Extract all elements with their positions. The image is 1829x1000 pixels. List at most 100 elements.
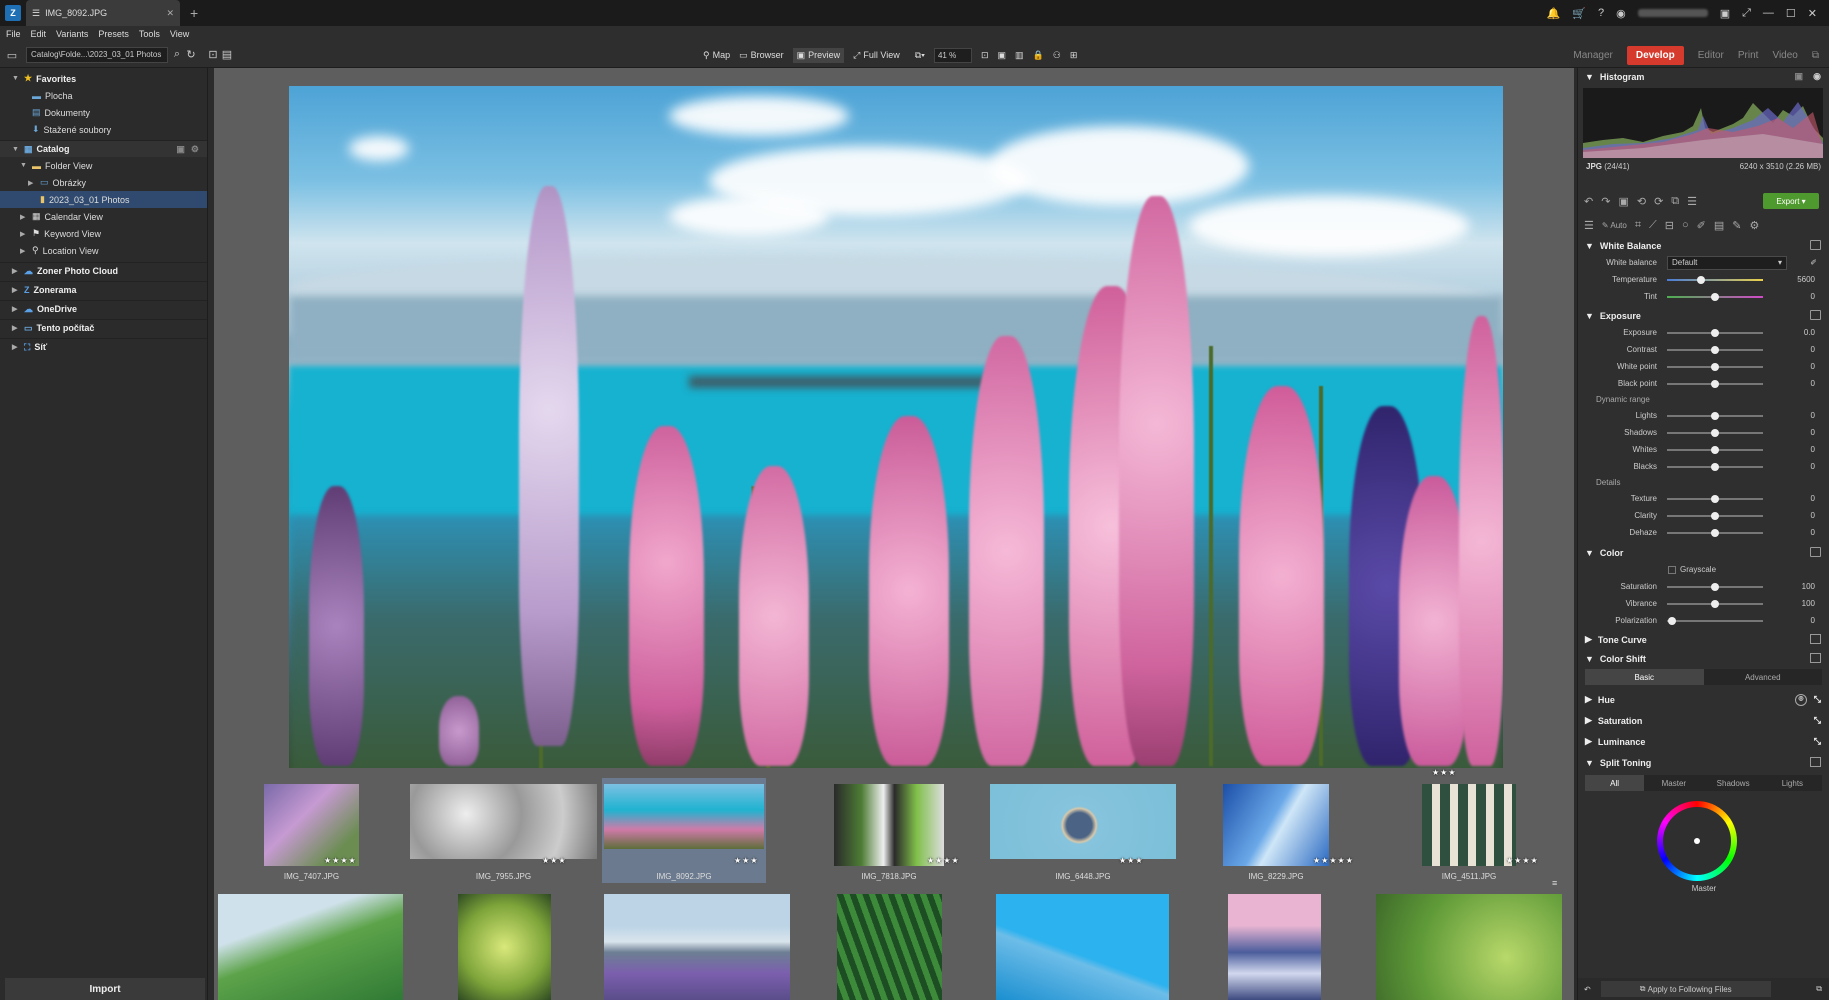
mode-manager[interactable]: Manager — [1573, 50, 1612, 61]
rotate-right-icon[interactable]: ⟳ — [1654, 195, 1663, 208]
folder-current[interactable]: ▮ 2023_03_01 Photos — [0, 191, 207, 208]
zoom-field[interactable]: 41 % — [933, 47, 972, 63]
tab-advanced[interactable]: Advanced — [1704, 669, 1823, 685]
search-icon[interactable]: ⌕ — [170, 48, 184, 62]
slider-track[interactable] — [1667, 616, 1763, 625]
histogram-mode-icon[interactable]: ▣ — [1794, 71, 1803, 82]
keyword-view-item[interactable]: ▶ ⚑ Keyword View — [0, 225, 207, 242]
gradient-icon[interactable]: ▤ — [1714, 219, 1724, 232]
mode-develop[interactable]: Develop — [1626, 45, 1684, 65]
reset-icon[interactable]: ⤡ — [1814, 736, 1821, 747]
slider-value[interactable]: 0 — [1811, 345, 1815, 354]
split-toning-header[interactable]: ▼ Split Toning — [1578, 752, 1829, 773]
thumbnail[interactable] — [1376, 894, 1562, 1000]
rating-stars[interactable]: ★★★★ — [1506, 856, 1539, 865]
wb-dropdown[interactable]: Default ▾ — [1667, 255, 1787, 270]
overlay-icon[interactable]: ⊞ — [1070, 50, 1078, 61]
zoom-fill-icon[interactable]: ▣ — [998, 50, 1007, 61]
eyedropper-icon[interactable]: ✐ — [1810, 258, 1817, 267]
tab-basic[interactable]: Basic — [1585, 669, 1704, 685]
rating-stars[interactable]: ★★★★ — [324, 856, 357, 865]
export-button[interactable]: Export ▾ — [1763, 193, 1819, 209]
rotate-left-icon[interactable]: ⟲ — [1637, 195, 1646, 208]
zoom-fit-icon[interactable]: ⊡ — [981, 50, 989, 61]
slider-value[interactable]: 0 — [1811, 292, 1815, 301]
retouch-icon[interactable]: ✎ — [1732, 219, 1741, 232]
section-toggle-checkbox[interactable] — [1810, 547, 1821, 557]
adjustments-icon[interactable]: ☰ — [1584, 219, 1594, 232]
new-folder-icon[interactable]: ▤ — [220, 48, 234, 62]
thumbnail[interactable] — [1422, 784, 1516, 866]
thumbnail[interactable] — [834, 784, 944, 866]
rating-stars[interactable]: ★★★ — [1119, 856, 1144, 865]
calendar-view-item[interactable]: ▶ ▦ Calendar View — [0, 208, 207, 225]
rating-stars[interactable]: ★★★★ — [927, 856, 960, 865]
section-toggle-checkbox[interactable] — [1810, 634, 1821, 644]
thumbnail[interactable] — [604, 894, 790, 1000]
browser-button[interactable]: ▭ Browser — [739, 50, 784, 61]
cart-icon[interactable]: 🛒 — [1572, 7, 1586, 20]
copy-settings-icon[interactable]: ⧉ — [1671, 195, 1679, 208]
reset-icon[interactable]: ⤡ — [1814, 694, 1821, 705]
slider-knob[interactable] — [1711, 379, 1719, 388]
thumbnail[interactable] — [990, 784, 1176, 859]
slider-track[interactable] — [1667, 428, 1763, 437]
user-icon[interactable]: ◉ — [1616, 7, 1626, 20]
color-shift-header[interactable]: ▼ Color Shift — [1578, 650, 1829, 667]
slider-track[interactable] — [1667, 494, 1763, 503]
rating-stars[interactable]: ★★★ — [734, 856, 759, 865]
luminance-header[interactable]: ▶ Luminance ⤡ — [1578, 731, 1829, 752]
slider-track[interactable] — [1667, 275, 1763, 284]
thumbnail[interactable] — [837, 894, 942, 1000]
root-onedrive[interactable]: ▶ ☁ OneDrive — [0, 300, 207, 317]
thumbnail[interactable] — [264, 784, 359, 866]
slider-track[interactable] — [1667, 379, 1763, 388]
fullview-button[interactable]: ⤢ Full View — [853, 50, 900, 61]
compare-before-icon[interactable]: ▣ — [1618, 195, 1628, 208]
preview-button[interactable]: ▣ Preview — [792, 47, 845, 63]
mode-print[interactable]: Print — [1738, 50, 1759, 61]
lock-icon[interactable]: 🔒 — [1033, 50, 1044, 61]
slider-track[interactable] — [1667, 345, 1763, 354]
thumbnail[interactable] — [996, 894, 1169, 1000]
loupe-icon[interactable]: ⚇ — [1053, 50, 1061, 61]
slider-value[interactable]: 0 — [1811, 445, 1815, 454]
import-button[interactable]: Import — [5, 978, 205, 1000]
slider-value[interactable]: 0 — [1811, 528, 1815, 537]
slider-track[interactable] — [1667, 528, 1763, 537]
slider-knob[interactable] — [1711, 462, 1719, 471]
thumbnail[interactable] — [410, 784, 597, 859]
layout-icon[interactable]: ▣ — [1720, 7, 1730, 20]
slider-track[interactable] — [1667, 511, 1763, 520]
thumbnail[interactable] — [604, 784, 764, 849]
rating-stars[interactable]: ★★★★★ — [1313, 856, 1354, 865]
slider-value[interactable]: 0.0 — [1804, 328, 1815, 337]
help-icon[interactable]: ? — [1598, 7, 1604, 19]
slider-knob[interactable] — [1696, 275, 1705, 284]
menu-view[interactable]: View — [170, 29, 189, 39]
slider-knob[interactable] — [1711, 362, 1719, 371]
section-toggle-checkbox[interactable] — [1810, 653, 1821, 663]
slider-value[interactable]: 100 — [1802, 599, 1815, 608]
perspective-icon[interactable]: ⟋ — [1649, 219, 1657, 232]
reset-icon[interactable]: ⤡ — [1814, 715, 1821, 726]
menu-variants[interactable]: Variants — [56, 29, 88, 39]
slider-track[interactable] — [1667, 445, 1763, 454]
slider-knob[interactable] — [1711, 345, 1719, 354]
redo-icon[interactable]: ↷ — [1601, 195, 1610, 208]
crop-icon[interactable]: ⌗ — [1635, 219, 1641, 232]
import-photos-icon[interactable]: ⊡ — [206, 48, 220, 62]
filmstrip-menu-icon[interactable]: ≡ — [1552, 878, 1557, 888]
favorite-item[interactable]: ▤ Dokumenty — [0, 104, 207, 121]
slider-value[interactable]: 0 — [1811, 411, 1815, 420]
rating-stars[interactable]: ★★★ — [542, 856, 567, 865]
section-toggle-checkbox[interactable] — [1810, 757, 1821, 767]
radial-filter-icon[interactable]: ○ — [1682, 219, 1689, 231]
favorite-item[interactable]: ▬ Plocha — [0, 87, 207, 104]
apply-following-button[interactable]: ⧉ Apply to Following Files — [1600, 981, 1771, 997]
root-this-pc[interactable]: ▶ ▭ Tento počítač — [0, 319, 207, 336]
root-zoner-cloud[interactable]: ▶ ☁ Zoner Photo Cloud — [0, 262, 207, 279]
slider-value[interactable]: 0 — [1811, 462, 1815, 471]
slider-value[interactable]: 0 — [1811, 616, 1815, 625]
transform-icon[interactable]: ⊟ — [1665, 219, 1674, 232]
